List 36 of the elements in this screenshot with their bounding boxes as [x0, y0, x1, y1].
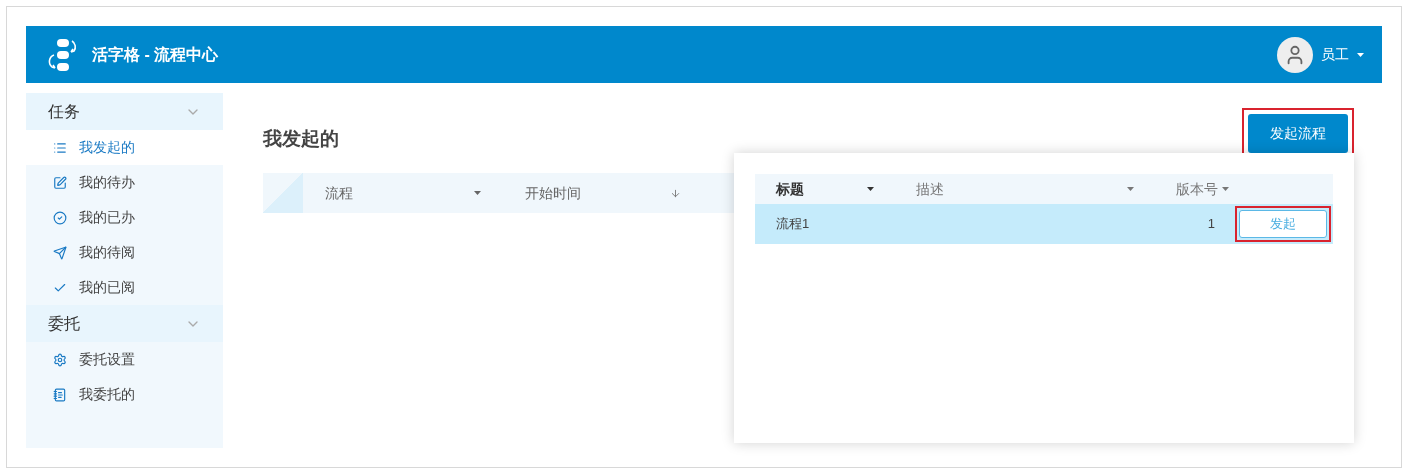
caret-icon: [1357, 52, 1364, 57]
caret-icon: [867, 187, 874, 191]
select-all-cell[interactable]: [263, 173, 303, 213]
column-header[interactable]: 开始时间: [503, 182, 703, 204]
column-header[interactable]: 版本号: [1155, 178, 1235, 200]
item-icon: [53, 175, 67, 190]
sidebar-item[interactable]: 我的待阅: [26, 235, 223, 270]
item-icon: [53, 352, 67, 367]
sidebar-item[interactable]: 我的已办: [26, 200, 223, 235]
column-header[interactable]: 标题: [755, 178, 895, 200]
caret-icon: [1222, 187, 1229, 191]
sort-icon: [670, 187, 681, 199]
item-icon: [53, 210, 67, 225]
sidebar-item[interactable]: 我的已阅: [26, 270, 223, 305]
group-header[interactable]: 任务: [26, 93, 223, 130]
page-title: 我发起的: [263, 126, 339, 151]
user-menu[interactable]: 员工: [1277, 36, 1364, 73]
table-row[interactable]: 流程1 1 发起: [755, 204, 1333, 244]
avatar-icon: [1277, 36, 1313, 73]
group-header[interactable]: 委托: [26, 305, 223, 342]
app-title: 活字格 - 流程中心: [92, 44, 219, 65]
item-icon: [53, 387, 67, 402]
user-name: 员工: [1321, 45, 1349, 64]
column-header[interactable]: 流程: [303, 182, 503, 204]
table-cell-text: 流程1: [775, 215, 811, 234]
item-icon: [53, 140, 67, 155]
caret-icon: [474, 191, 481, 195]
item-icon: [53, 245, 67, 260]
sidebar-item[interactable]: 我发起的: [26, 130, 223, 165]
caret-icon: [1127, 187, 1134, 191]
sidebar-item[interactable]: 我委托的: [26, 377, 223, 412]
start-process-button[interactable]: 发起流程: [1248, 113, 1348, 153]
table-cell-text: 1: [1206, 215, 1216, 234]
sidebar-item[interactable]: 我的待办: [26, 165, 223, 200]
sidebar-item[interactable]: 委托设置: [26, 342, 223, 377]
column-header[interactable]: 描述: [895, 178, 1155, 200]
